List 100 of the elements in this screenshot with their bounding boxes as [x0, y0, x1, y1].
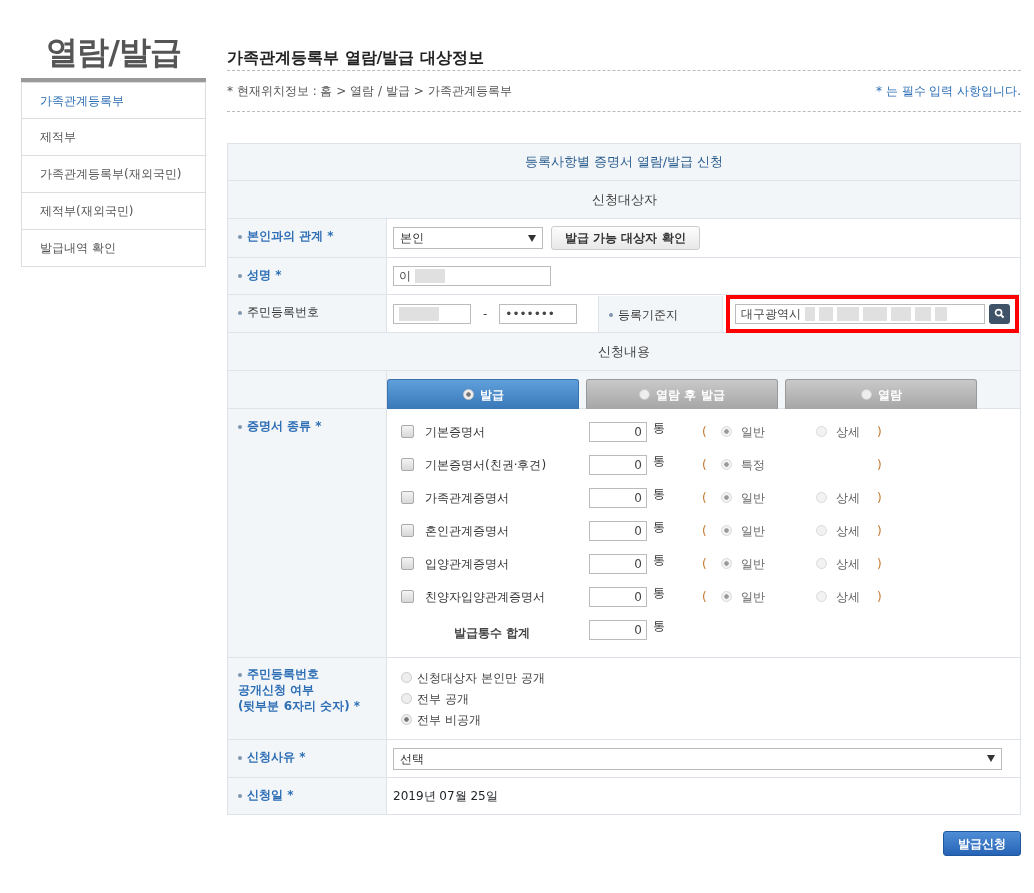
option-label: 일반 [741, 522, 765, 540]
mode-tab[interactable]: 발급 [387, 379, 579, 409]
unit-label: 통 [652, 519, 666, 536]
breadcrumb: * 현재위치정보 : 홈 > 열람 / 발급 > 가족관계등록부 [227, 83, 512, 100]
field-label: 신청사유 * [238, 750, 306, 764]
unit-label: 통 [652, 486, 666, 503]
name-field[interactable]: 이 [393, 266, 551, 286]
date-text: 2019년 07월 25일 [393, 788, 498, 805]
sidebar-title: 열람/발급 [45, 32, 182, 73]
parenthesis: ) [877, 555, 883, 573]
blurred-text [415, 269, 445, 283]
address-field[interactable]: 대구광역시 [735, 303, 986, 324]
radio-button[interactable] [401, 693, 412, 704]
option-label: 전부 공개 [417, 690, 469, 708]
section-heading: 등록사항별 증명서 열람/발급 신청 [524, 153, 724, 172]
blurred-text [837, 306, 860, 321]
blurred-text [891, 306, 912, 321]
sidebar-item[interactable]: 발급내역 확인 [21, 230, 206, 267]
blurred-text [863, 306, 888, 321]
count-field[interactable]: 0 [589, 487, 647, 508]
option-label: 상세 [836, 489, 860, 507]
field-label: 주민등록번호 공개신청 여부 (뒷부분 6자리 숫자) * [238, 666, 361, 714]
parenthesis: ) [877, 456, 883, 474]
option-label: 상세 [836, 522, 860, 540]
checkbox[interactable] [401, 590, 414, 603]
parenthesis: ( [702, 522, 708, 540]
field-label: 주민등록번호 [238, 305, 319, 319]
certificate-name: 혼인관계증명서 [425, 522, 510, 540]
checkbox[interactable] [401, 491, 414, 504]
radio-button[interactable] [721, 492, 732, 503]
blurred-text [819, 306, 834, 321]
radio-button[interactable] [816, 426, 827, 437]
count-field[interactable]: 0 [589, 421, 647, 442]
radio-button[interactable] [721, 426, 732, 437]
certificate-name: 기본증명서(친권·후견) [425, 456, 548, 474]
radio-button[interactable] [721, 525, 732, 536]
radio-button[interactable] [401, 672, 412, 683]
option-label: 전부 비공개 [417, 711, 481, 729]
sidebar-item[interactable]: 가족관계등록부 [21, 82, 206, 119]
section-heading: 신청대상자 [591, 190, 657, 209]
sidebar-item[interactable]: 제적부(재외국민) [21, 193, 206, 230]
total-label: 발급통수 합계 [453, 624, 532, 642]
radio-button[interactable] [721, 558, 732, 569]
field-label: 본인과의 관계 * [238, 229, 334, 243]
option-label: 상세 [836, 423, 860, 441]
checkbox[interactable] [401, 557, 414, 570]
field-label: 증명서 종류 * [238, 419, 322, 433]
radio-button[interactable] [721, 459, 732, 470]
sidebar-item[interactable]: 가족관계등록부(재외국민) [21, 156, 206, 193]
option-label: 일반 [741, 555, 765, 573]
section-heading: 신청내용 [598, 342, 650, 361]
page-title: 가족관계등록부 열람/발급 대상정보 [227, 47, 485, 69]
radio-button[interactable] [401, 714, 412, 725]
parenthesis: ) [877, 423, 883, 441]
unit-label: 통 [652, 585, 666, 602]
blurred-text [915, 306, 932, 321]
unit-label: 통 [652, 420, 666, 437]
unit-label: 통 [652, 552, 666, 569]
sidebar-item[interactable]: 제적부 [21, 119, 206, 156]
required-note: * 는 필수 입력 사항입니다. [875, 83, 1021, 100]
option-label: 일반 [741, 588, 765, 606]
radio-button[interactable] [816, 525, 827, 536]
submit-button[interactable]: 발급신청 [943, 831, 1021, 856]
count-field[interactable]: 0 [589, 520, 647, 541]
parenthesis: ( [702, 555, 708, 573]
parenthesis: ( [702, 489, 708, 507]
caret-icon [987, 755, 995, 762]
checkbox[interactable] [401, 458, 414, 471]
search-button[interactable] [989, 303, 1011, 324]
checkbox[interactable] [401, 524, 414, 537]
count-field[interactable]: 0 [589, 454, 647, 475]
radio-button[interactable] [816, 591, 827, 602]
parenthesis: ) [877, 522, 883, 540]
search-icon [994, 308, 1006, 319]
parenthesis: ( [702, 456, 708, 474]
total-count-field[interactable]: 0 [589, 619, 647, 640]
field-label: 성명 * [238, 268, 282, 282]
certificate-name: 가족관계증명서 [425, 489, 510, 507]
reason-select[interactable]: 선택 [393, 747, 1002, 770]
checkbox[interactable] [401, 425, 414, 438]
blurred-text [805, 306, 816, 321]
certificate-name: 기본증명서 [425, 423, 486, 441]
parenthesis: ( [702, 588, 708, 606]
parenthesis: ( [702, 423, 708, 441]
radio-button[interactable] [721, 591, 732, 602]
parenthesis: ) [877, 489, 883, 507]
rrn-back-field[interactable]: ••••••• [499, 303, 578, 324]
unit-label: 통 [652, 453, 666, 470]
radio-button[interactable] [816, 492, 827, 503]
field-label: 신청일 * [238, 788, 294, 802]
radio-button[interactable] [816, 558, 827, 569]
check-eligible-button[interactable]: 발급 가능 대상자 확인 [551, 226, 700, 250]
option-label: 상세 [836, 555, 860, 573]
rrn-front-field[interactable] [393, 303, 471, 324]
relation-select[interactable]: 본인 [393, 227, 543, 249]
count-field[interactable]: 0 [589, 553, 647, 574]
field-label: 등록기준지 [609, 307, 679, 322]
unit-label: 통 [652, 618, 666, 635]
count-field[interactable]: 0 [589, 586, 647, 607]
caret-icon [528, 234, 536, 242]
